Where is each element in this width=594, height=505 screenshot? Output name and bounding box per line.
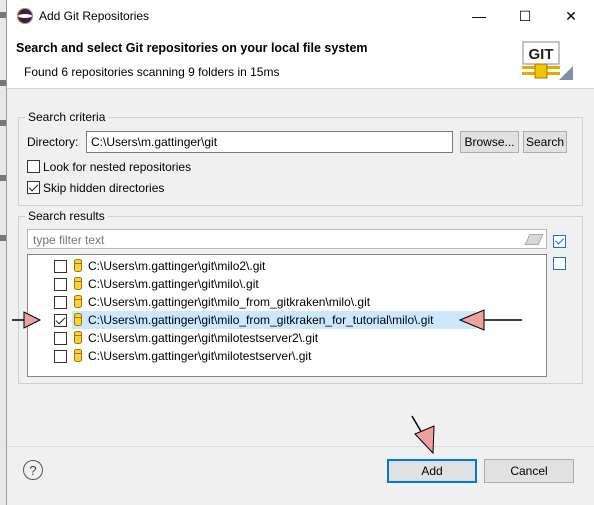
repository-path: C:\Users\m.gattinger\git\milotestserver\… [88, 349, 312, 363]
nested-repositories-checkbox[interactable] [27, 160, 40, 173]
search-button[interactable]: Search [523, 131, 567, 153]
repository-list: C:\Users\m.gattinger\git\milo2\.git C:\U… [27, 254, 547, 377]
minimize-button[interactable]: — [456, 0, 502, 32]
repository-checkbox[interactable] [54, 296, 67, 309]
filter-input[interactable]: type filter text [27, 229, 547, 249]
repository-path: C:\Users\m.gattinger\git\milo\.git [88, 277, 259, 291]
help-icon[interactable]: ? [23, 460, 43, 480]
nested-repositories-label: Look for nested repositories [43, 160, 192, 174]
repository-row[interactable]: C:\Users\m.gattinger\git\milotestserver\… [28, 347, 546, 365]
repository-row[interactable]: C:\Users\m.gattinger\git\milo\.git [28, 275, 546, 293]
clear-filter-icon[interactable] [524, 234, 544, 245]
repository-row[interactable]: C:\Users\m.gattinger\git\milo2\.git [28, 257, 546, 275]
git-logo-text: GIT [529, 46, 554, 63]
repository-icon [74, 295, 82, 308]
close-button[interactable]: ✕ [548, 0, 594, 32]
repository-path: C:\Users\m.gattinger\git\milo_from_gitkr… [88, 313, 434, 327]
repository-icon [74, 349, 82, 362]
repository-checkbox[interactable] [54, 314, 67, 327]
deselect-all-icon[interactable] [553, 257, 566, 270]
repository-row[interactable]: C:\Users\m.gattinger\git\milotestserver2… [28, 329, 546, 347]
header-title: Search and select Git repositories on yo… [16, 41, 368, 55]
header-message: Found 6 repositories scanning 9 folders … [24, 65, 280, 79]
footer-separator [7, 446, 594, 447]
browse-button[interactable]: Browse... [460, 131, 519, 153]
repository-row-selected[interactable]: C:\Users\m.gattinger\git\milo_from_gitkr… [28, 311, 546, 329]
repository-path: C:\Users\m.gattinger\git\milotestserver2… [88, 331, 319, 345]
repository-checkbox[interactable] [54, 350, 67, 363]
repository-checkbox[interactable] [54, 332, 67, 345]
repository-icon [74, 277, 82, 290]
git-logo-icon: GIT [522, 41, 573, 80]
skip-hidden-checkbox[interactable] [27, 181, 40, 194]
repository-path: C:\Users\m.gattinger\git\milo_from_gitkr… [88, 295, 371, 309]
repository-icon [74, 313, 82, 326]
select-all-icon[interactable] [553, 235, 566, 248]
eclipse-icon [17, 8, 33, 24]
repository-path: C:\Users\m.gattinger\git\milo2\.git [88, 259, 266, 273]
repository-icon [74, 259, 82, 272]
dialog-header: Search and select Git repositories on yo… [7, 32, 594, 89]
maximize-button[interactable]: ☐ [502, 0, 548, 32]
repository-checkbox[interactable] [54, 260, 67, 273]
add-button[interactable]: Add [387, 459, 477, 483]
skip-hidden-label: Skip hidden directories [43, 181, 165, 195]
filter-placeholder: type filter text [33, 233, 105, 247]
directory-input[interactable]: C:\Users\m.gattinger\git [86, 131, 453, 153]
cancel-button[interactable]: Cancel [484, 459, 574, 483]
window-title: Add Git Repositories [39, 9, 150, 23]
search-criteria-legend: Search criteria [25, 110, 109, 124]
search-results-legend: Search results [25, 209, 108, 223]
directory-label: Directory: [27, 135, 79, 149]
repository-row[interactable]: C:\Users\m.gattinger\git\milo_from_gitkr… [28, 293, 546, 311]
repository-icon [74, 331, 82, 344]
add-git-repositories-dialog: Add Git Repositories — ☐ ✕ Search and se… [6, 0, 594, 505]
title-bar: Add Git Repositories — ☐ ✕ [7, 0, 594, 32]
repository-checkbox[interactable] [54, 278, 67, 291]
